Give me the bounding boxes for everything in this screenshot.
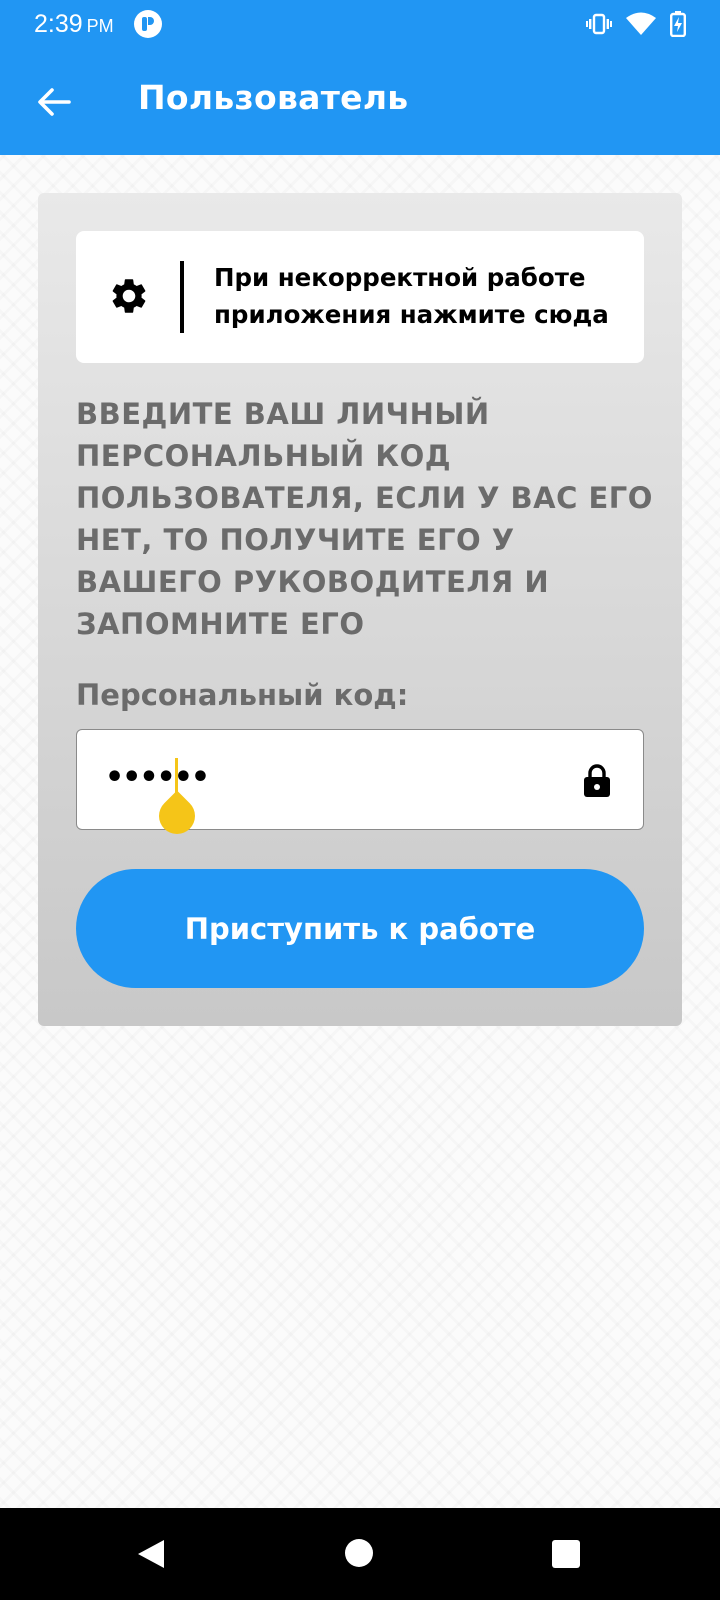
instruction-text: ВВЕДИТЕ ВАШ ЛИЧНЫЙ ПЕРСОНАЛЬНЫЙ КОД ПОЛЬ… (76, 397, 653, 641)
app-notification-icon (133, 10, 162, 38)
status-time: 2:39 (34, 9, 83, 38)
help-button[interactable]: При некорректной работе приложения нажми… (76, 231, 644, 363)
cursor-handle[interactable] (151, 790, 203, 842)
battery-charging-icon (670, 11, 686, 37)
nav-recents-icon[interactable] (552, 1540, 580, 1568)
status-bar: 2:39 PM (0, 0, 720, 48)
status-icons (586, 11, 686, 37)
navigation-bar (0, 1508, 720, 1600)
wifi-icon (626, 12, 656, 35)
login-card: При некорректной работе приложения нажми… (38, 193, 682, 1026)
arrow-left-icon (38, 88, 71, 116)
status-ampm: PM (86, 15, 114, 36)
start-work-button[interactable]: Приступить к работе (76, 869, 644, 988)
help-text: При некорректной работе приложения нажми… (214, 263, 609, 329)
personal-code-input[interactable]: •••••• (76, 729, 644, 842)
nav-back-icon[interactable] (136, 1538, 166, 1570)
code-value: •••••• (105, 760, 210, 795)
help-divider (180, 261, 184, 333)
back-button[interactable] (30, 78, 78, 126)
vibrate-icon (586, 13, 612, 35)
gear-icon (112, 279, 146, 313)
lock-icon (584, 764, 610, 797)
page-title: Пользователь (138, 78, 409, 117)
code-label: Персональный код: (76, 678, 409, 712)
app-bar: Пользователь (0, 48, 720, 155)
nav-home-icon[interactable] (345, 1539, 373, 1567)
